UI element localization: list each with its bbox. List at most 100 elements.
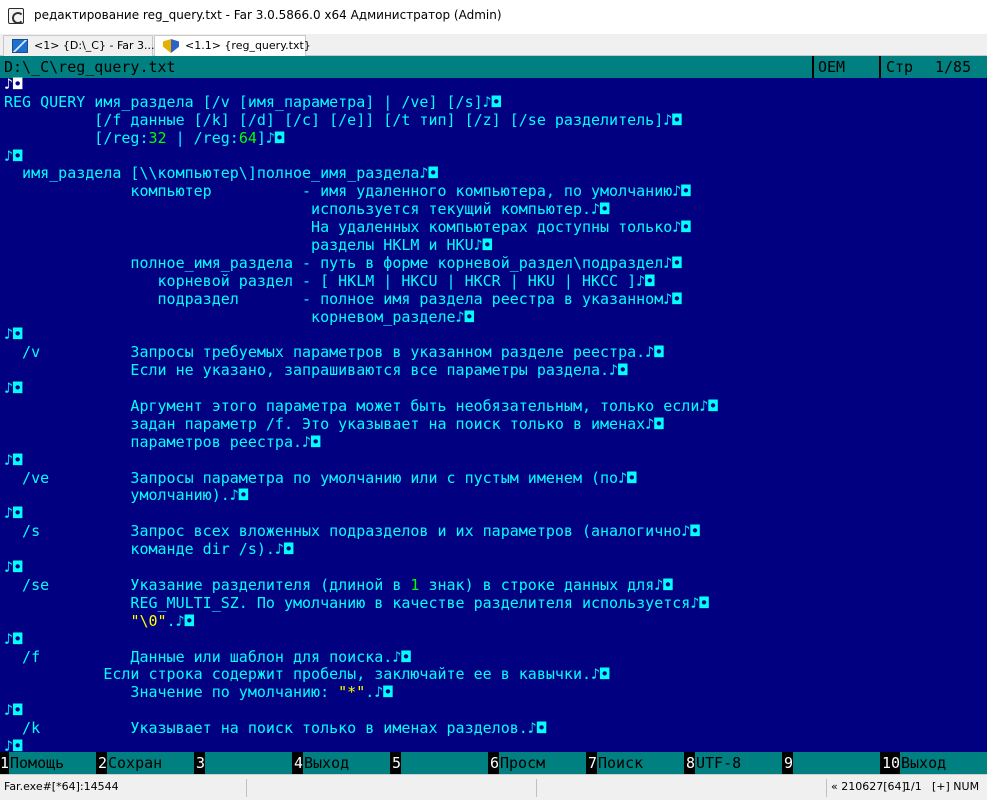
cursor-info: « 210627[64] [831,780,906,793]
function-key-f2[interactable]: 2 Сохран [98,752,194,774]
function-key-f1[interactable]: 1 Помощь [0,752,96,774]
text-token: Если не указано, запрашиваются все парам… [4,362,628,380]
editor-console[interactable]: D:\_C\reg_query.txt OEM Стр 1/85 ♪◘ REG Q… [0,56,987,774]
text-token: разделы HKLM и HKU♪◘ [4,237,492,255]
text-token: имя_раздела [\\компьютер\]полное_имя_раз… [4,165,438,183]
editor-line[interactable]: ♪◘ [4,452,987,470]
editor-line[interactable]: ♪◘ [4,505,987,523]
text-token: /f Данные или шаблон для поиска.♪◘ [4,648,411,666]
function-key-label: Просм [499,752,586,774]
text-token: | /reg: [166,129,239,147]
text-token: REG QUERY имя_раздела [/v [имя_параметра… [4,93,501,111]
editor-line[interactable]: Если строка содержит пробелы, заключайте… [4,666,987,684]
function-key-number: 4 [294,754,304,772]
editor-line[interactable]: /ve Запросы параметра по умолчанию или с… [4,470,987,488]
editor-line[interactable]: разделы HKLM и HKU♪◘ [4,237,987,255]
editor-line[interactable]: Аргумент этого параметра может быть необ… [4,398,987,416]
editor-text-area[interactable]: ♪◘ REG QUERY имя_раздела [/v [имя_парамет… [4,76,987,755]
editor-line[interactable]: используется текущий компьютер.♪◘ [4,201,987,219]
text-token: /v Запросы требуемых параметров в указан… [4,344,664,362]
editor-line[interactable]: команде dir /s).♪◘ [4,541,987,559]
text-token: ♪◘ [4,451,23,469]
status-divider [536,779,537,797]
editor-line[interactable]: компьютер - имя удаленного компьютера, п… [4,183,987,201]
console-status-bar: Far.exe#[*64]:14544 « 210627[64] 1/1 [+]… [0,774,987,800]
editor-line[interactable]: корневой раздел - [ HKLM | HKCU | HKCR |… [4,273,987,291]
far-app-icon[interactable] [8,8,24,24]
function-key-label: Поиск [597,752,684,774]
text-token: ♪◘ [4,76,23,93]
editor-line[interactable]: /v Запросы требуемых параметров в указан… [4,344,987,362]
editor-line[interactable]: подраздел - полное имя раздела реестра в… [4,291,987,309]
encoding-indicator[interactable]: OEM [818,56,845,78]
function-key-f6[interactable]: 6 Просм [490,752,586,774]
function-key-label: UTF-8 [695,752,782,774]
editor-line[interactable]: корневом_разделе♪◘ [4,309,987,327]
function-key-f5[interactable]: 5 [392,752,488,774]
status-separator [879,56,881,78]
text-token: умолчанию).♪◘ [4,487,248,505]
number-token: 64 [238,129,257,147]
editor-line[interactable]: имя_раздела [\\компьютер\]полное_имя_раз… [4,165,987,183]
text-token: команде dir /s).♪◘ [4,541,293,559]
tab-far-panels[interactable]: <1> {D:\_C} - Far 3... [3,35,155,56]
function-key-f8[interactable]: 8 UTF-8 [686,752,782,774]
editor-line[interactable]: полное_имя_раздела - путь в форме корнев… [4,255,987,273]
text-token: компьютер - имя удаленного компьютера, п… [4,183,691,201]
editor-line[interactable]: "\0".♪◘ [4,613,987,631]
function-key-f7[interactable]: 7 Поиск [588,752,684,774]
editor-line[interactable]: REG QUERY имя_раздела [/v [имя_параметра… [4,94,987,112]
editor-line[interactable]: ♪◘ [4,631,987,649]
text-token: [/f данные [/k] [/d] [/c] [/e]] [/t тип]… [4,111,682,129]
editor-line[interactable]: задан параметр /f. Это указывает на поис… [4,416,987,434]
editor-line[interactable]: параметров реестра.♪◘ [4,434,987,452]
editor-line[interactable]: ♪◘ [4,76,987,94]
editor-line[interactable]: /se Указание разделителя (длиной в 1 зна… [4,577,987,595]
editor-line[interactable]: ♪◘ [4,326,987,344]
function-key-label: Выход [303,752,390,774]
function-key-number: 8 [686,754,696,772]
editor-line[interactable]: /k Указывает на поиск только в именах ра… [4,720,987,738]
function-key-f4[interactable]: 4 Выход [294,752,390,774]
tab-reg-query-editor[interactable]: <1.1> {reg_query.txt} [154,35,311,57]
uac-shield-icon [163,39,179,53]
editor-line[interactable]: ♪◘ [4,702,987,720]
editor-line[interactable]: ♪◘ [4,559,987,577]
editor-line[interactable]: ♪◘ [4,148,987,166]
function-key-label: Выход [900,752,987,774]
tab-label: <1.1> {reg_query.txt} [185,39,311,52]
editor-line[interactable]: Значение по умолчанию: "*".♪◘ [4,684,987,702]
text-token: ♪◘ [4,147,23,165]
editor-line[interactable]: ♪◘ [4,380,987,398]
text-token: .♪◘ [365,684,393,702]
text-token: используется текущий компьютер.♪◘ [4,201,610,219]
function-key-f3[interactable]: 3 [196,752,292,774]
function-key-f10[interactable]: 10 Выход [882,752,987,774]
editor-line[interactable]: умолчанию).♪◘ [4,487,987,505]
editor-line[interactable]: /s Запрос всех вложенных подразделов и и… [4,523,987,541]
function-key-label [793,752,880,774]
editor-line[interactable]: На удаленных компьютерах доступны только… [4,219,987,237]
function-key-number: 2 [98,754,108,772]
editor-line[interactable]: /f Данные или шаблон для поиска.♪◘ [4,649,987,667]
editor-line[interactable]: REG_MULTI_SZ. По умолчанию в качестве ра… [4,595,987,613]
editor-line[interactable]: Если не указано, запрашиваются все парам… [4,362,987,380]
text-token: полное_имя_раздела - путь в форме корнев… [4,254,682,272]
window-titlebar: редактирование reg_query.txt - Far 3.0.5… [0,0,987,34]
text-token: ♪◘ [4,505,23,523]
file-path: D:\_C\reg_query.txt [4,58,176,76]
text-token: Если строка содержит пробелы, заключайте… [4,666,610,684]
function-key-label: Сохран [107,752,194,774]
function-key-f9[interactable]: 9 [784,752,880,774]
text-token: корневой раздел - [ HKLM | HKCU | HKCR |… [4,272,655,290]
function-key-bar: 1 Помощь 2 Сохран 3 4 Выход 5 6 Просм 7 Поиск 8 UTF-8… [0,752,987,774]
keyboard-state-info: [+] NUM [932,780,980,793]
editor-line[interactable]: [/f данные [/k] [/d] [/c] [/e]] [/t тип]… [4,112,987,130]
function-key-number: 7 [588,754,598,772]
text-token: /s Запрос всех вложенных подразделов и и… [4,523,700,541]
window-title: редактирование reg_query.txt - Far 3.0.5… [34,8,502,22]
text-token: На удаленных компьютерах доступны только… [4,219,691,237]
text-token: /se Указание разделителя (длиной в [4,576,411,594]
line-mode-indicator: Стр [886,58,914,76]
editor-line[interactable]: [/reg:32 | /reg:64]♪◘ [4,130,987,148]
